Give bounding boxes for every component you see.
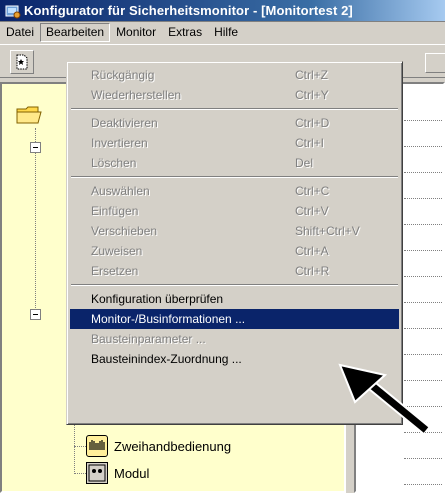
menu-item-ersetzen[interactable]: Ersetzen Ctrl+R xyxy=(70,261,399,281)
menu-separator xyxy=(70,105,399,113)
menu-bearbeiten[interactable]: Bearbeiten xyxy=(40,22,111,42)
menu-item-zuweisen[interactable]: Zuweisen Ctrl+A xyxy=(70,241,399,261)
menu-datei[interactable]: Datei xyxy=(0,23,40,42)
toolbar-button-right[interactable] xyxy=(425,53,445,73)
menu-item-monitor-businformationen[interactable]: Monitor-/Businformationen ... xyxy=(70,309,399,329)
tree-node-modul[interactable]: Modul xyxy=(86,462,149,484)
menu-separator xyxy=(70,173,399,181)
menu-item-verschieben[interactable]: Verschieben Shift+Ctrl+V xyxy=(70,221,399,241)
expand-collapse-toggle[interactable] xyxy=(30,142,41,153)
menu-item-deaktivieren[interactable]: Deaktivieren Ctrl+D xyxy=(70,113,399,133)
title-bar: Konfigurator für Sicherheitsmonitor - [M… xyxy=(0,0,445,22)
new-document-button[interactable] xyxy=(10,50,34,74)
menu-item-wiederherstellen[interactable]: Wiederherstellen Ctrl+Y xyxy=(70,85,399,105)
menu-item-rueckgaengig[interactable]: Rückgängig Ctrl+Z xyxy=(70,65,399,85)
annotation-arrow-icon xyxy=(338,363,430,435)
tree-node-zweihandbedienung[interactable]: Zweihandbedienung xyxy=(86,435,231,457)
menu-item-auswaehlen[interactable]: Auswählen Ctrl+C xyxy=(70,181,399,201)
tree-connector xyxy=(35,128,36,318)
menu-hilfe[interactable]: Hilfe xyxy=(208,23,244,42)
menu-bar: Datei Bearbeiten Monitor Extras Hilfe xyxy=(0,22,445,42)
menu-item-bausteinparameter[interactable]: Bausteinparameter ... xyxy=(70,329,399,349)
tree-connector xyxy=(74,446,86,447)
module-icon xyxy=(86,462,108,484)
menu-separator xyxy=(70,281,399,289)
configurator-app-icon xyxy=(5,3,21,19)
menu-item-konfiguration-ueberpruefen[interactable]: Konfiguration überprüfen xyxy=(70,289,399,309)
new-document-icon xyxy=(16,54,28,70)
folder-icon xyxy=(16,106,42,124)
two-hand-control-icon xyxy=(86,435,108,457)
menu-item-invertieren[interactable]: Invertieren Ctrl+I xyxy=(70,133,399,153)
tree-node-label: Modul xyxy=(114,465,150,481)
menu-monitor[interactable]: Monitor xyxy=(110,23,162,42)
expand-collapse-toggle[interactable] xyxy=(30,309,41,320)
tree-node-label: Zweihandbedienung xyxy=(114,438,232,454)
window-title: Konfigurator für Sicherheitsmonitor - [M… xyxy=(24,3,353,18)
tree-connector xyxy=(74,473,86,474)
menu-item-einfuegen[interactable]: Einfügen Ctrl+V xyxy=(70,201,399,221)
menu-extras[interactable]: Extras xyxy=(162,23,208,42)
menu-item-loeschen[interactable]: Löschen Del xyxy=(70,153,399,173)
